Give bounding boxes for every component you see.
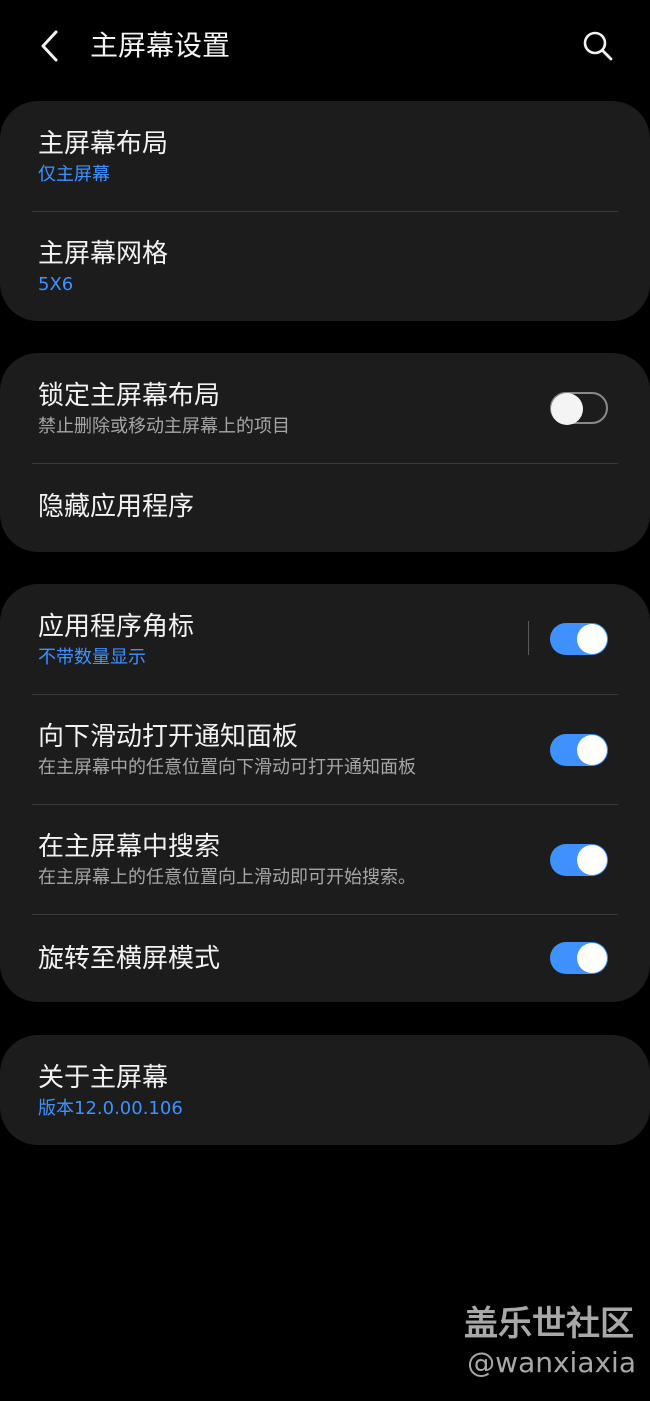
chevron-left-icon xyxy=(41,30,58,62)
toggle-knob xyxy=(577,943,607,973)
app-badges-row[interactable]: 应用程序角标 不带数量显示 xyxy=(0,584,650,695)
app-header: 主屏幕设置 xyxy=(0,0,650,92)
watermark-community: 盖乐世社区 xyxy=(464,1304,634,1344)
lock-layout-toggle[interactable] xyxy=(550,392,608,425)
home-search-title: 在主屏幕中搜索 xyxy=(38,832,221,862)
hide-apps-row[interactable]: 隐藏应用程序 xyxy=(0,464,650,552)
rotate-landscape-row[interactable]: 旋转至横屏模式 xyxy=(0,915,650,1002)
rotate-landscape-title: 旋转至横屏模式 xyxy=(38,944,221,974)
swipe-notifications-desc: 在主屏幕中的任意位置向下滑动可打开通知面板 xyxy=(38,757,416,778)
home-screen-layout-value: 仅主屏幕 xyxy=(38,164,110,185)
about-home-screen-row[interactable]: 关于主屏幕 版本12.0.00.106 xyxy=(0,1035,650,1145)
toggle-knob xyxy=(551,393,583,425)
layout-settings-card: 主屏幕布局 仅主屏幕 主屏幕网格 5X6 xyxy=(0,101,650,321)
home-search-desc: 在主屏幕上的任意位置向上滑动即可开始搜索。 xyxy=(38,867,416,888)
toggle-knob xyxy=(577,735,607,765)
toggle-knob xyxy=(577,845,607,875)
feature-settings-card: 应用程序角标 不带数量显示 向下滑动打开通知面板 在主屏幕中的任意位置向下滑动可… xyxy=(0,584,650,1002)
search-button[interactable] xyxy=(576,24,620,68)
about-version: 版本12.0.00.106 xyxy=(38,1098,183,1119)
home-search-toggle[interactable] xyxy=(550,844,608,876)
hide-apps-title: 隐藏应用程序 xyxy=(38,492,195,522)
watermark-handle: @wanxiaxia xyxy=(467,1346,636,1379)
home-screen-grid-title: 主屏幕网格 xyxy=(38,239,169,269)
app-badges-title: 应用程序角标 xyxy=(38,612,195,642)
home-screen-layout-row[interactable]: 主屏幕布局 仅主屏幕 xyxy=(0,101,650,212)
back-button[interactable] xyxy=(28,24,72,68)
home-screen-grid-row[interactable]: 主屏幕网格 5X6 xyxy=(0,212,650,321)
lock-layout-title: 锁定主屏幕布局 xyxy=(38,381,221,411)
lock-settings-card: 锁定主屏幕布局 禁止删除或移动主屏幕上的项目 隐藏应用程序 xyxy=(0,353,650,552)
vertical-separator xyxy=(528,621,529,655)
app-badges-value: 不带数量显示 xyxy=(38,647,146,668)
lock-layout-row[interactable]: 锁定主屏幕布局 禁止删除或移动主屏幕上的项目 xyxy=(0,353,650,464)
home-search-row[interactable]: 在主屏幕中搜索 在主屏幕上的任意位置向上滑动即可开始搜索。 xyxy=(0,805,650,915)
swipe-notifications-title: 向下滑动打开通知面板 xyxy=(38,722,299,752)
swipe-notifications-row[interactable]: 向下滑动打开通知面板 在主屏幕中的任意位置向下滑动可打开通知面板 xyxy=(0,695,650,805)
app-badges-toggle[interactable] xyxy=(550,623,608,655)
rotate-landscape-toggle[interactable] xyxy=(550,942,608,974)
page-title: 主屏幕设置 xyxy=(90,29,231,62)
search-icon xyxy=(583,31,613,61)
home-screen-grid-value: 5X6 xyxy=(38,274,74,295)
swipe-notifications-toggle[interactable] xyxy=(550,734,608,766)
home-screen-layout-title: 主屏幕布局 xyxy=(38,129,169,159)
lock-layout-desc: 禁止删除或移动主屏幕上的项目 xyxy=(38,416,290,437)
about-card: 关于主屏幕 版本12.0.00.106 xyxy=(0,1035,650,1145)
toggle-knob xyxy=(577,624,607,654)
about-title: 关于主屏幕 xyxy=(38,1063,169,1093)
